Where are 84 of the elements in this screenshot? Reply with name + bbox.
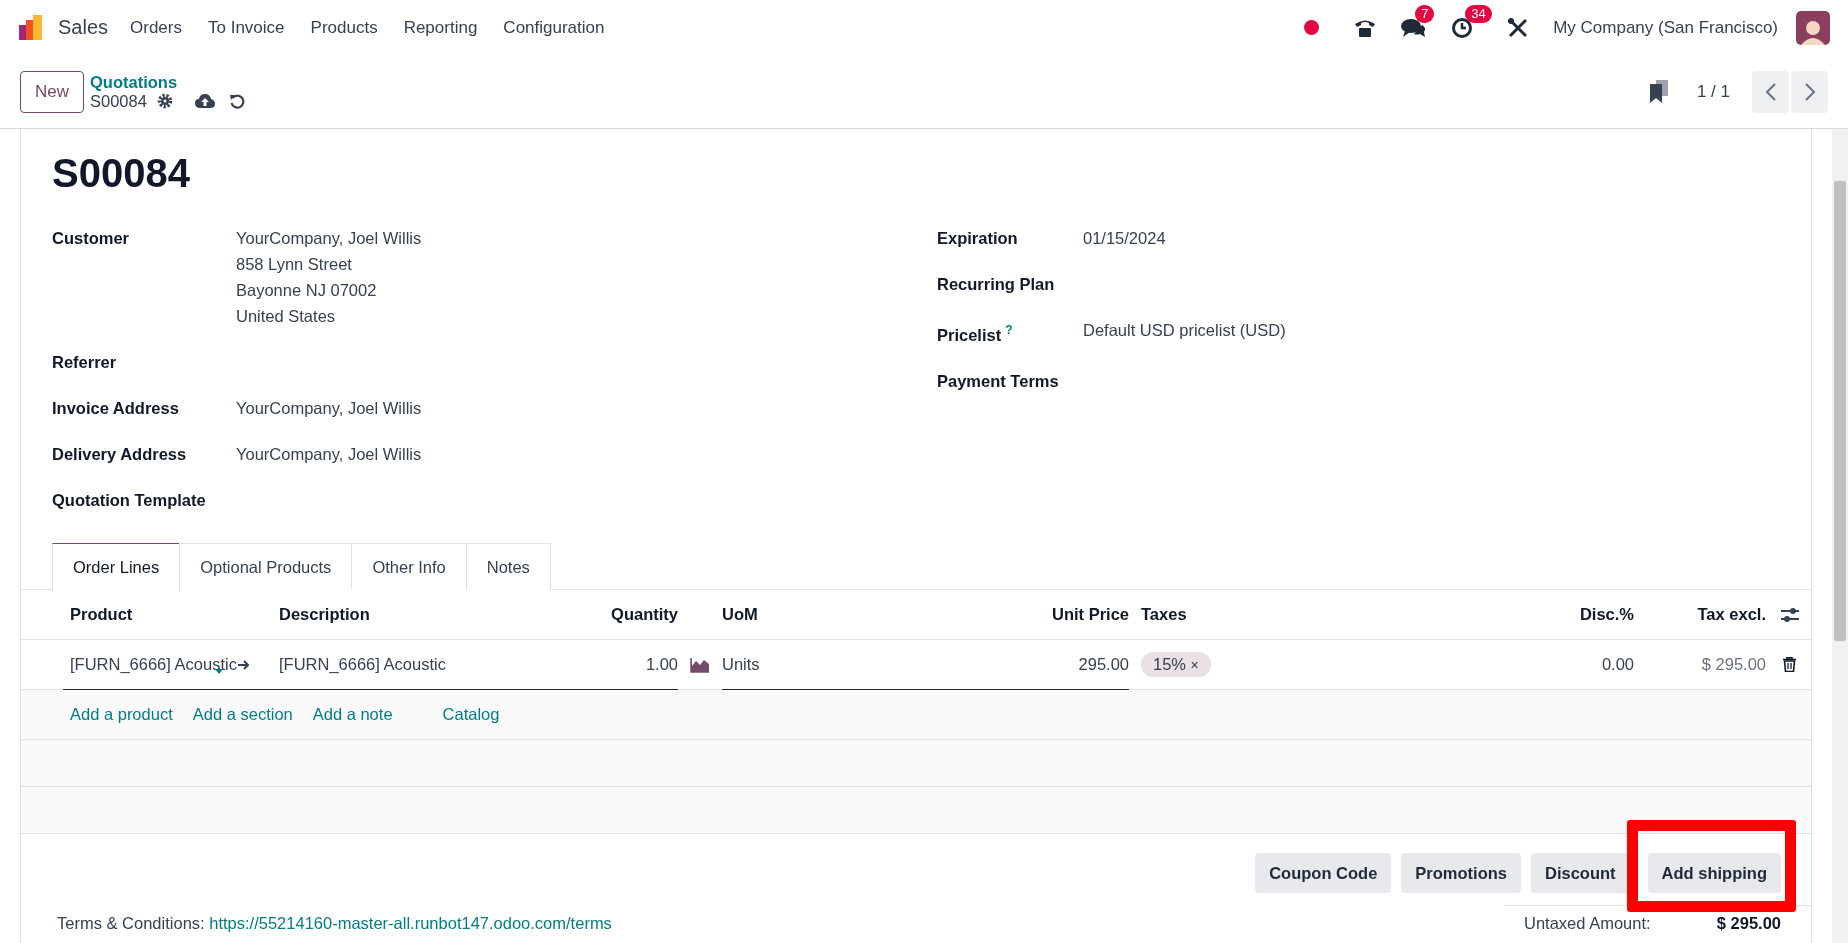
scrollbar-thumb[interactable] bbox=[1834, 181, 1846, 641]
field-label: Recurring Plan bbox=[937, 275, 1055, 293]
description-field[interactable]: [FURN_6666] Acoustic bbox=[279, 655, 446, 674]
breadcrumb-link[interactable]: Quotations bbox=[90, 72, 245, 92]
unit-price-field[interactable]: 295.00 bbox=[1078, 655, 1129, 674]
clock-icon[interactable] bbox=[1451, 16, 1474, 39]
help-tooltip-mark[interactable]: ? bbox=[1005, 323, 1013, 337]
field-label: Quotation Template bbox=[52, 491, 206, 509]
add-line-link[interactable]: Add a product bbox=[70, 705, 173, 724]
recording-dot-icon[interactable] bbox=[1304, 20, 1320, 35]
action-button[interactable]: Promotions bbox=[1401, 853, 1521, 893]
menu-item[interactable]: To Invoice bbox=[208, 17, 285, 38]
cloud-upload-icon[interactable] bbox=[194, 93, 215, 109]
field-label: Referrer bbox=[52, 353, 117, 371]
column-header[interactable]: Tax excl. bbox=[1697, 605, 1766, 624]
action-button[interactable]: Coupon Code bbox=[1255, 853, 1392, 893]
discard-icon[interactable] bbox=[228, 93, 245, 109]
column-settings-icon[interactable] bbox=[1780, 606, 1799, 623]
bookmark-icon[interactable] bbox=[1648, 79, 1669, 104]
chat-icon[interactable] bbox=[1401, 16, 1428, 39]
user-avatar[interactable] bbox=[1796, 10, 1830, 45]
chevron-left-icon bbox=[1764, 82, 1777, 101]
field-value[interactable]: YourCompany, Joel Willis bbox=[236, 441, 422, 467]
tab[interactable]: Order Lines bbox=[52, 543, 181, 591]
field-label: Expiration bbox=[937, 229, 1018, 247]
action-button[interactable]: Add shipping bbox=[1647, 853, 1781, 893]
arrow-right-icon[interactable] bbox=[236, 658, 251, 671]
tab[interactable]: Optional Products bbox=[179, 543, 353, 590]
app-name[interactable]: Sales bbox=[58, 16, 109, 39]
add-line-link[interactable]: Catalog bbox=[442, 705, 500, 724]
field-value[interactable]: 858 Lynn Street bbox=[236, 251, 422, 277]
action-button[interactable]: Discount bbox=[1531, 853, 1630, 893]
field-label: Customer bbox=[52, 229, 129, 247]
column-header[interactable]: Quantity bbox=[611, 605, 678, 624]
menu-item[interactable]: Orders bbox=[130, 17, 182, 38]
total-value: $ 295.00 bbox=[1716, 914, 1781, 933]
forecast-chart-icon[interactable] bbox=[690, 656, 710, 673]
trash-icon[interactable] bbox=[1783, 657, 1796, 672]
menu-item[interactable]: Configuration bbox=[503, 17, 605, 38]
new-button[interactable]: New bbox=[20, 70, 84, 113]
quantity-field[interactable]: 1.00 bbox=[645, 655, 678, 674]
message-count-badge: 7 bbox=[1415, 4, 1435, 23]
total-label: Untaxed Amount: bbox=[1524, 914, 1651, 933]
column-header[interactable]: Description bbox=[279, 605, 370, 624]
tab[interactable]: Other Info bbox=[351, 543, 467, 590]
discount-field[interactable]: 0.00 bbox=[1601, 655, 1634, 674]
tab[interactable]: Notes bbox=[465, 543, 551, 590]
terms-label: Terms & Conditions: bbox=[57, 914, 205, 932]
previous-button[interactable] bbox=[1752, 70, 1789, 113]
menu-item[interactable]: Reporting bbox=[403, 17, 478, 38]
tools-icon[interactable] bbox=[1507, 16, 1530, 39]
next-button[interactable] bbox=[1791, 70, 1828, 113]
field-value[interactable]: YourCompany, Joel Willis bbox=[236, 395, 422, 421]
add-line-link[interactable]: Add a note bbox=[312, 705, 393, 724]
field-label: Pricelist bbox=[937, 325, 1002, 344]
product-field[interactable]: [FURN_6666] Acoustic bbox=[70, 655, 237, 674]
record-title: S00084 bbox=[52, 150, 191, 197]
company-name[interactable]: My Company (San Francisco) bbox=[1553, 17, 1778, 38]
column-header[interactable]: Disc.% bbox=[1579, 605, 1634, 624]
scrollbar[interactable] bbox=[1832, 129, 1848, 943]
chevron-right-icon bbox=[1803, 82, 1816, 101]
tax-tag[interactable]: 15% × bbox=[1141, 652, 1211, 677]
field-value[interactable]: Bayonne NJ 07002 bbox=[236, 277, 422, 303]
record-name: S00084 bbox=[90, 91, 147, 111]
uom-field[interactable]: Units bbox=[722, 655, 760, 674]
pager-value[interactable]: 1 / 1 bbox=[1696, 81, 1730, 102]
terms-link[interactable]: https://55214160-master-all.runbot147.odoo.com/terms bbox=[209, 914, 612, 932]
column-header[interactable]: UoM bbox=[722, 605, 758, 624]
settings-icon[interactable] bbox=[156, 93, 173, 109]
menu-item[interactable]: Products bbox=[310, 17, 378, 38]
field-value[interactable]: United States bbox=[236, 303, 422, 329]
field-label: Invoice Address bbox=[52, 399, 179, 417]
caret-icon[interactable] bbox=[214, 669, 223, 675]
field-value[interactable]: 01/15/2024 bbox=[1083, 225, 1166, 251]
activity-count-badge: 34 bbox=[1465, 4, 1492, 23]
field-label: Payment Terms bbox=[937, 371, 1059, 390]
field-value[interactable]: YourCompany, Joel Willis bbox=[236, 225, 422, 251]
field-label: Delivery Address bbox=[52, 445, 187, 463]
subtotal-value: $ 295.00 bbox=[1701, 655, 1766, 674]
column-header[interactable]: Product bbox=[70, 605, 133, 624]
add-line-link[interactable]: Add a section bbox=[192, 705, 293, 724]
field-value[interactable]: Default USD pricelist (USD) bbox=[1083, 317, 1286, 343]
column-header[interactable]: Taxes bbox=[1141, 605, 1187, 624]
column-header[interactable]: Unit Price bbox=[1051, 605, 1129, 624]
